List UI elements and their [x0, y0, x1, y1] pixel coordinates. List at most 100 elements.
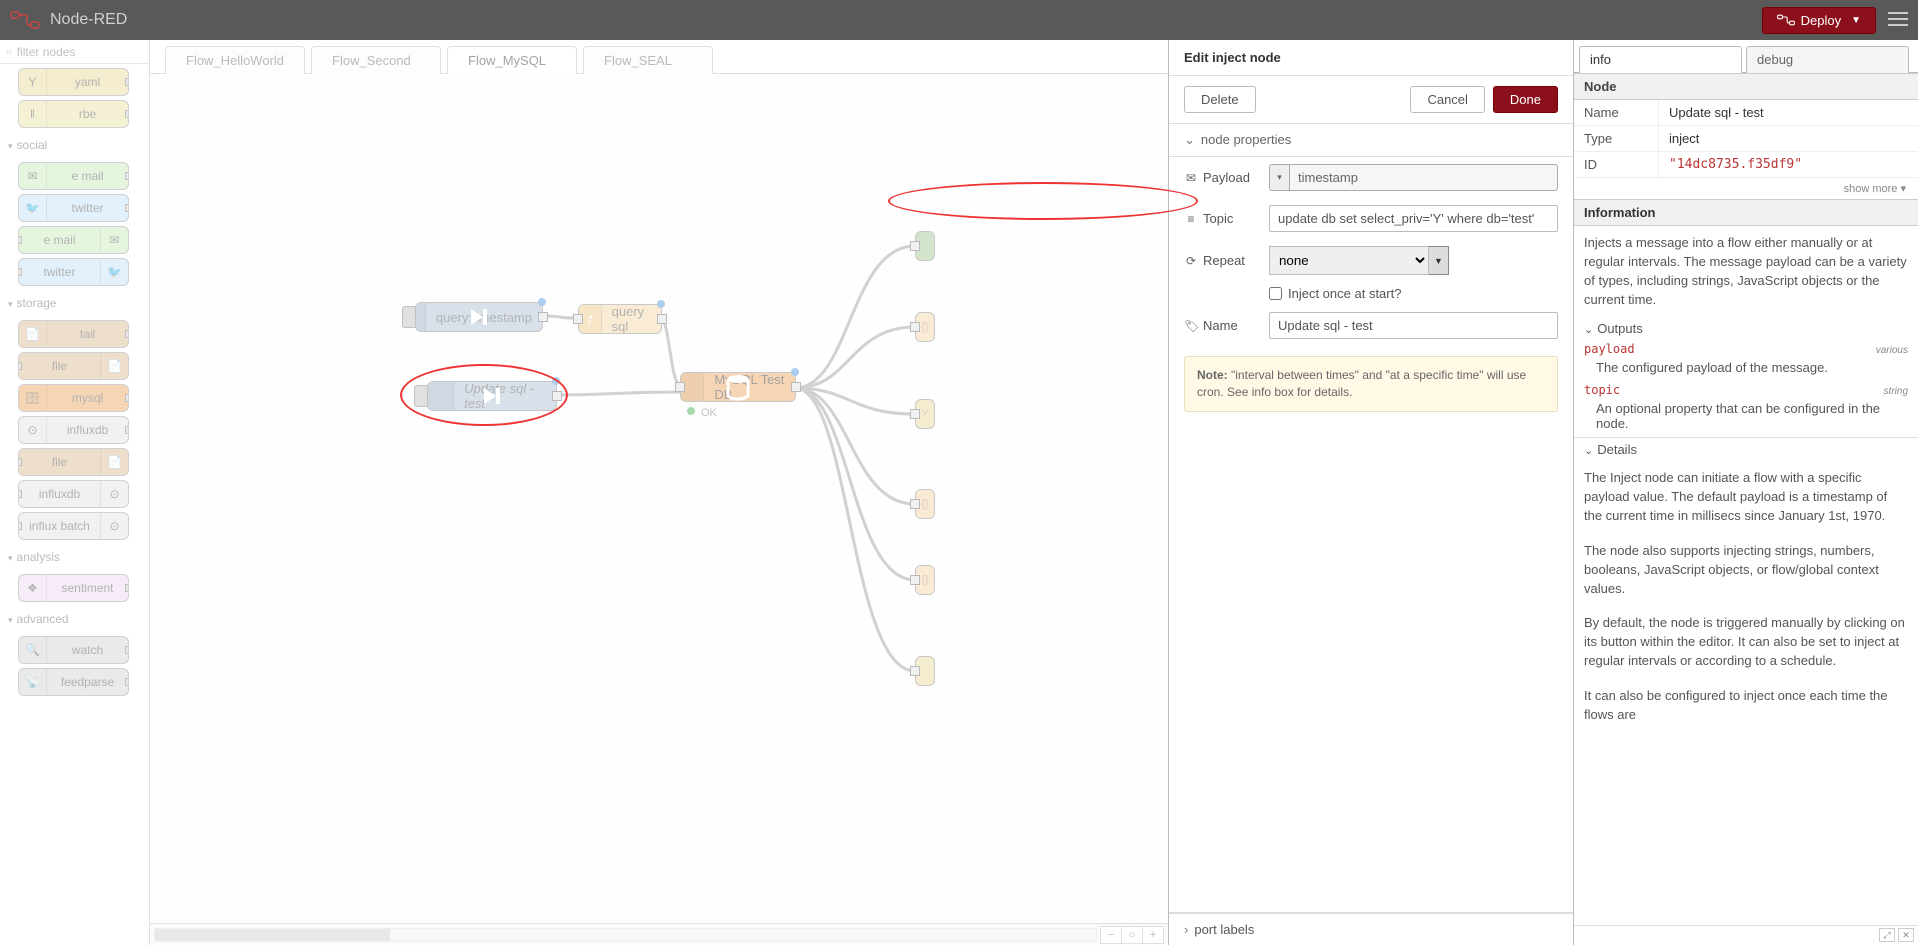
- main-menu-button[interactable]: [1888, 11, 1908, 30]
- show-more-link[interactable]: show more ▾: [1574, 178, 1918, 199]
- status-dot-icon: [687, 407, 695, 415]
- delete-button[interactable]: Delete: [1184, 86, 1256, 113]
- palette-category-advanced[interactable]: advanced: [0, 606, 147, 632]
- changed-indicator-icon: [657, 300, 665, 308]
- input-port[interactable]: [910, 666, 920, 676]
- palette-search[interactable]: ⌕: [0, 40, 149, 64]
- flow-node-partial[interactable]: [915, 231, 935, 261]
- payload-type-button[interactable]: ▾: [1269, 164, 1289, 191]
- tab-debug[interactable]: debug: [1746, 46, 1909, 73]
- input-port[interactable]: [910, 322, 920, 332]
- name-input[interactable]: [1269, 312, 1558, 339]
- flow-node-mysql[interactable]: MySQL Test DB OK: [680, 372, 796, 402]
- tag-icon: 🏷: [1184, 319, 1198, 333]
- port: [125, 78, 129, 86]
- row-value: inject: [1659, 126, 1918, 151]
- input-port[interactable]: [675, 382, 685, 392]
- hamburger-icon: [1888, 11, 1908, 27]
- flow-node-function[interactable]: ƒ query sql: [578, 304, 662, 334]
- e mail-icon: ✉: [100, 227, 128, 253]
- palette-node-file[interactable]: file📄: [18, 448, 129, 476]
- inject-once-label: Inject once at start?: [1288, 286, 1401, 301]
- deploy-label: Deploy: [1801, 13, 1841, 28]
- expand-button[interactable]: ⤢: [1879, 928, 1895, 942]
- tab-info[interactable]: info: [1579, 46, 1742, 73]
- topic-input[interactable]: [1269, 205, 1558, 232]
- port-labels-toggle[interactable]: port labels: [1169, 913, 1573, 945]
- flow-tab[interactable]: Flow_Second: [311, 46, 441, 74]
- palette-node-tail[interactable]: 📄tail: [18, 320, 129, 348]
- zoom-in-button[interactable]: +: [1142, 926, 1164, 944]
- deploy-caret-icon[interactable]: ▼: [1851, 15, 1861, 26]
- flow-node-inject[interactable]: query:timestamp: [415, 302, 543, 332]
- outputs-header[interactable]: Outputs: [1574, 317, 1918, 340]
- zoom-reset-button[interactable]: ○: [1121, 926, 1143, 944]
- inject-once-checkbox[interactable]: [1269, 287, 1282, 300]
- palette-category-social[interactable]: social: [0, 132, 147, 158]
- nodered-logo-icon: [10, 11, 40, 29]
- palette-node-yaml[interactable]: Yyaml: [18, 68, 129, 96]
- inject-trigger-button[interactable]: [402, 306, 416, 328]
- info-paragraph: Injects a message into a flow either man…: [1574, 226, 1918, 317]
- output-port[interactable]: [657, 314, 667, 324]
- palette-node-file[interactable]: file📄: [18, 352, 129, 380]
- file-icon: 📄: [100, 353, 128, 379]
- info-paragraph: The Inject node can initiate a flow with…: [1574, 461, 1918, 534]
- palette-category-analysis[interactable]: analysis: [0, 544, 147, 570]
- palette-node-label: feedparse: [47, 675, 128, 689]
- json-icon: {}: [921, 321, 928, 333]
- input-port[interactable]: [910, 241, 920, 251]
- horizontal-scrollbar[interactable]: [154, 928, 1097, 942]
- palette-node-label: twitter: [47, 201, 128, 215]
- palette-filter-input[interactable]: [17, 45, 143, 59]
- flow-tab[interactable]: Flow_MySQL: [447, 46, 577, 74]
- flow-node-partial[interactable]: Y: [915, 399, 935, 429]
- palette-node-e-mail[interactable]: e mail✉: [18, 226, 129, 254]
- input-port[interactable]: [573, 314, 583, 324]
- canvas[interactable]: query:timestamp Update sql - test: [150, 74, 1168, 923]
- output-port[interactable]: [538, 312, 548, 322]
- repeat-icon: ⟳: [1184, 254, 1198, 268]
- palette-node-sentiment[interactable]: ❖sentiment: [18, 574, 129, 602]
- flow-node-partial[interactable]: {}: [915, 489, 935, 519]
- cancel-button[interactable]: Cancel: [1410, 86, 1484, 113]
- flow-node-partial[interactable]: {}: [915, 312, 935, 342]
- input-port[interactable]: [910, 499, 920, 509]
- input-port[interactable]: [910, 409, 920, 419]
- info-paragraph: By default, the node is triggered manual…: [1574, 606, 1918, 679]
- node-properties-toggle[interactable]: node properties: [1169, 124, 1573, 156]
- flow-node-partial[interactable]: {}: [915, 565, 935, 595]
- port: [125, 426, 129, 434]
- info-paragraph: It can also be configured to inject once…: [1574, 679, 1918, 733]
- flow-node-inject-selected[interactable]: Update sql - test: [427, 381, 557, 411]
- palette-node-watch[interactable]: 🔍watch: [18, 636, 129, 664]
- input-port[interactable]: [910, 575, 920, 585]
- flow-tab[interactable]: Flow_SEAL: [583, 46, 713, 74]
- row-key: ID: [1574, 152, 1659, 177]
- repeat-select[interactable]: none: [1269, 246, 1429, 275]
- output-port[interactable]: [552, 391, 562, 401]
- palette-node-influx-batch[interactable]: influx batch⊙: [18, 512, 129, 540]
- zoom-out-button[interactable]: −: [1100, 926, 1122, 944]
- inject-trigger-button[interactable]: [414, 385, 428, 407]
- port: [125, 204, 129, 212]
- palette-node-rbe[interactable]: ‖rbe: [18, 100, 129, 128]
- flow-tab[interactable]: Flow_HelloWorld: [165, 46, 305, 74]
- palette-node-influxdb[interactable]: influxdb⊙: [18, 480, 129, 508]
- done-button[interactable]: Done: [1493, 86, 1558, 113]
- details-header[interactable]: Details: [1574, 438, 1918, 461]
- payload-input[interactable]: ▾ timestamp: [1269, 164, 1558, 191]
- output-port[interactable]: [791, 382, 801, 392]
- palette-node-mysql[interactable]: 🗄mysql: [18, 384, 129, 412]
- flow-node-partial[interactable]: [915, 656, 935, 686]
- palette-category-storage[interactable]: storage: [0, 290, 147, 316]
- palette-node-feedparse[interactable]: 📡feedparse: [18, 668, 129, 696]
- palette-node-e-mail[interactable]: ✉e mail: [18, 162, 129, 190]
- close-button[interactable]: ✕: [1898, 928, 1914, 942]
- palette-node-twitter[interactable]: 🐦twitter: [18, 194, 129, 222]
- deploy-button[interactable]: Deploy ▼: [1762, 7, 1876, 34]
- chevron-down-icon[interactable]: ▼: [1429, 246, 1449, 275]
- palette-node-twitter[interactable]: twitter🐦: [18, 258, 129, 286]
- palette-node-influxdb[interactable]: ⊙influxdb: [18, 416, 129, 444]
- changed-indicator-icon: [552, 377, 560, 385]
